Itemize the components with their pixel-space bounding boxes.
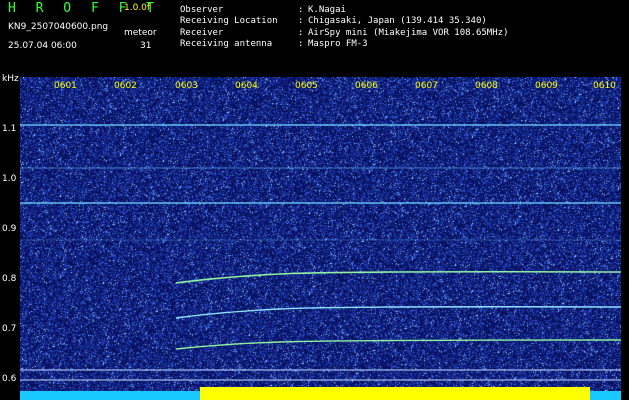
info-label-antenna: Receiving antenna [180, 39, 273, 49]
bottom-band-cyan [590, 391, 621, 400]
info-value-location: Chigasaki, Japan (139.414 35.340) [308, 16, 487, 26]
signal-overlay [20, 124, 621, 400]
spectrogram-plot [20, 77, 621, 400]
y-tick-label: 0.7 [2, 324, 17, 334]
x-tick-label: 0606 [355, 81, 378, 91]
info-value-antenna: Maspro FM-3 [308, 39, 368, 49]
y-tick-label: 1.0 [2, 174, 17, 184]
x-tick-label: 0602 [114, 81, 137, 91]
info-label-observer: Observer [180, 5, 224, 15]
y-tick-label: 0.6 [2, 374, 17, 384]
y-axis-unit: kHz [2, 74, 19, 84]
x-tick-label: 0604 [235, 81, 258, 91]
info-colon: : [298, 39, 304, 49]
info-value-observer: K.Nagai [308, 5, 346, 15]
filename-label: KN9_2507040600.png [8, 22, 109, 32]
x-tick-label: 0609 [535, 81, 558, 91]
x-tick-label: 0607 [415, 81, 438, 91]
info-colon: : [298, 5, 304, 15]
spectrogram-window: H R O F F T 1.0.0f KN9_2507040600.png me… [0, 0, 629, 400]
x-tick-label: 0601 [54, 81, 77, 91]
meteor-label: meteor [124, 28, 157, 38]
bottom-band-cyan [20, 391, 200, 400]
timestamp-label: 25.07.04 06:00 [8, 41, 77, 51]
meteor-count: 31 [140, 41, 152, 51]
x-tick-label: 0605 [295, 81, 318, 91]
info-label-receiver: Receiver [180, 28, 224, 38]
info-value-receiver: AirSpy mini (Miakejima VOR 108.65MHz) [308, 28, 509, 38]
y-tick-label: 0.8 [2, 274, 17, 284]
info-label-location: Receiving Location [180, 16, 278, 26]
x-tick-label: 0610 [593, 81, 616, 91]
bottom-band-yellow [200, 387, 590, 400]
signal-curve [175, 270, 621, 284]
signal-curve [175, 339, 621, 350]
signal-curve [175, 306, 621, 319]
info-colon: : [298, 16, 304, 26]
info-colon: : [298, 28, 304, 38]
x-tick-label: 0603 [175, 81, 198, 91]
x-tick-label: 0608 [475, 81, 498, 91]
y-tick-label: 0.9 [2, 224, 17, 234]
version-label: 1.0.0f [124, 3, 151, 13]
y-tick-label: 1.1 [2, 124, 17, 134]
